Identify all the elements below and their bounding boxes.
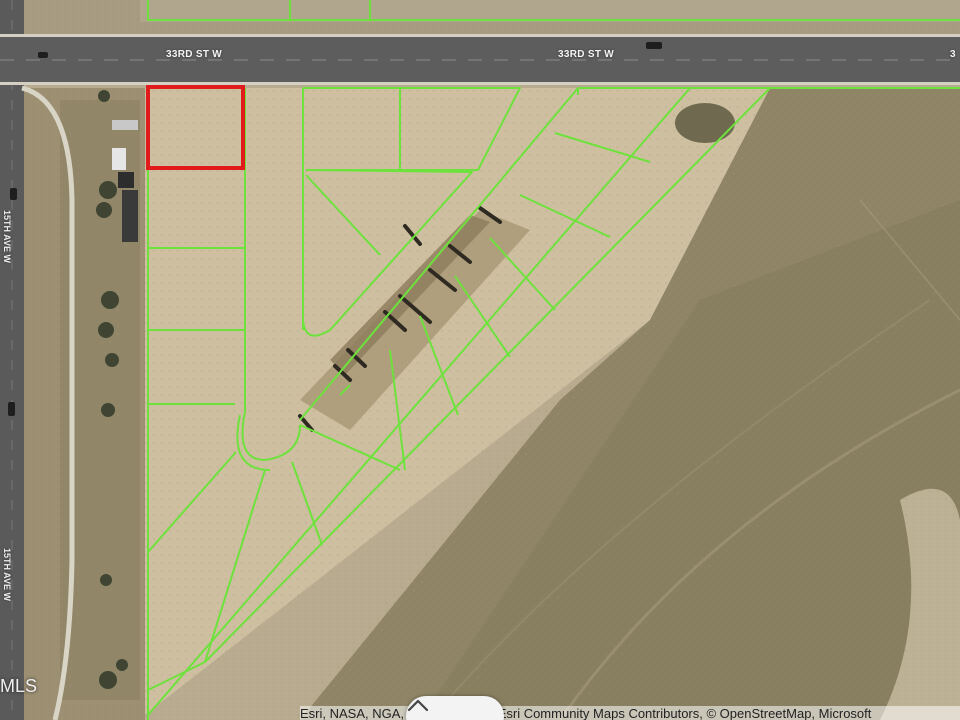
collapse-toggle-button[interactable] — [406, 696, 504, 720]
road-label-33rd-st-w-2: 33RD ST W — [558, 49, 615, 60]
parcel-boundary[interactable] — [147, 0, 960, 21]
parcel-overlay — [146, 0, 960, 720]
road-label-15th-ave-w-2: 15TH AVE W — [2, 548, 12, 602]
road-label-15th-ave-w: 15TH AVE W — [2, 210, 12, 264]
selected-parcel[interactable] — [146, 85, 245, 170]
chevron-up-icon — [407, 699, 429, 712]
road-label-33rd-st-w: 33RD ST W — [166, 49, 223, 60]
map-attribution: Esri, NASA, NGA, USGS, FEMA | Esri Commu… — [300, 706, 960, 720]
road-label-edge: 3 — [950, 49, 956, 60]
map-view[interactable]: 33RD ST W 33RD ST W 3 15TH AVE W 15TH AV… — [0, 0, 960, 720]
mls-watermark: MLS — [0, 676, 38, 696]
